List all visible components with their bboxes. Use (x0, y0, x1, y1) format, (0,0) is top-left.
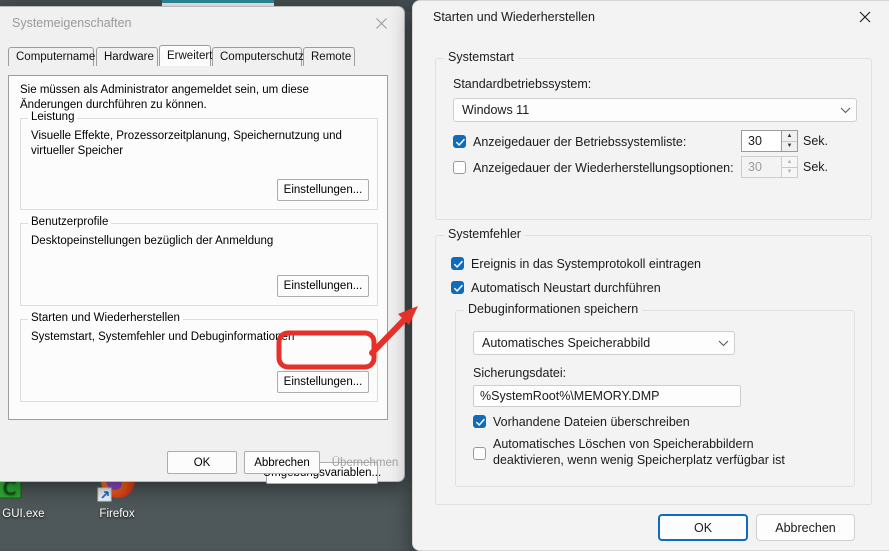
leistung-einstellungen-button[interactable]: Einstellungen... (277, 179, 369, 201)
tab-computername[interactable]: Computername (8, 47, 95, 66)
desktop-icon-label: Firefox (99, 508, 135, 520)
startup-recovery-dialog[interactable]: Starten und Wiederherstellen Systemstart… (412, 0, 889, 551)
recovery-timeout-stepper: 30 ▲ ▼ (741, 156, 798, 178)
startup-recovery-titlebar[interactable]: Starten und Wiederherstellen (413, 1, 889, 33)
log-event-label: Ereignis in das Systemprotokoll eintrage… (471, 257, 701, 271)
group-debuginfo: Debuginformationen speichern Automatisch… (455, 302, 855, 487)
close-icon[interactable] (358, 7, 404, 39)
spin-up-icon: ▲ (782, 157, 797, 168)
spin-up-icon[interactable]: ▲ (782, 131, 797, 142)
chevron-down-icon (834, 107, 856, 114)
checkbox-auto-restart[interactable] (451, 281, 464, 294)
overwrite-label: Vorhandene Dateien überschreiben (493, 415, 690, 429)
recovery-timeout-label: Anzeigedauer der Wiederherstellungsoptio… (473, 161, 734, 175)
auto-restart-label: Automatisch Neustart durchführen (471, 281, 661, 295)
os-list-timeout-stepper[interactable]: 30 ▲ ▼ (741, 130, 798, 152)
admin-notice-text: Sie müssen als Administrator angemeldet … (20, 84, 309, 111)
group-leistung-legend: Leistung (28, 111, 78, 123)
dump-type-value: Automatisches Speicherabbild (482, 336, 651, 350)
disable-autodelete-label: Automatisches Löschen von Speicherabbild… (493, 437, 785, 467)
tab-erweitert[interactable]: Erweitert (159, 45, 212, 66)
group-benutzerprofile: Benutzerprofile Desktopeinstellungen bez… (20, 216, 378, 306)
group-starten-wiederherstellen: Starten und Wiederherstellen Systemstart… (20, 312, 378, 402)
group-leistung: Leistung Visuelle Effekte, Prozessorzeit… (20, 111, 378, 210)
group-systemstart-legend: Systemstart (444, 50, 518, 64)
os-list-timeout-value[interactable]: 30 (741, 130, 781, 152)
recovery-timeout-spin-buttons: ▲ ▼ (781, 156, 798, 178)
spin-down-icon[interactable]: ▼ (782, 142, 797, 152)
dump-type-select[interactable]: Automatisches Speicherabbild (473, 331, 735, 355)
checkbox-disable-autodelete[interactable] (473, 446, 486, 460)
os-list-timeout-checkbox-row[interactable]: Anzeigedauer der Betriebssystemliste: (453, 134, 753, 150)
group-benutzerprofile-text: Desktopeinstellungen bezüglich der Anmel… (31, 235, 274, 247)
startrec-cancel-button[interactable]: Abbrechen (756, 514, 855, 541)
default-os-select[interactable]: Windows 11 (453, 98, 857, 122)
os-list-timeout-label: Anzeigedauer der Betriebssystemliste: (473, 135, 687, 149)
sysprops-apply-button: Übernehmen (331, 456, 399, 469)
tab-remote[interactable]: Remote (303, 47, 355, 66)
disable-autodelete-checkbox-row[interactable]: Automatisches Löschen von Speicherabbild… (473, 436, 833, 468)
tab-computerschutz[interactable]: Computerschutz (212, 47, 304, 66)
close-icon[interactable] (842, 1, 888, 33)
starten-einstellungen-button[interactable]: Einstellungen... (277, 371, 369, 393)
dumpfile-label: Sicherungsdatei: (473, 366, 567, 380)
log-event-checkbox-row[interactable]: Ereignis in das Systemprotokoll eintrage… (451, 256, 851, 272)
overwrite-checkbox-row[interactable]: Vorhandene Dateien überschreiben (473, 414, 833, 430)
group-starten-legend: Starten und Wiederherstellen (28, 312, 183, 324)
system-properties-dialog[interactable]: Systemeigenschaften Computername Hardwar… (0, 6, 405, 484)
os-list-timeout-unit: Sek. (803, 134, 829, 148)
spin-down-icon: ▼ (786, 169, 793, 176)
recovery-timeout-value: 30 (741, 156, 781, 178)
group-systemfehler-legend: Systemfehler (444, 227, 525, 241)
checkbox-overwrite-existing[interactable] (473, 415, 486, 428)
group-debuginfo-legend: Debuginformationen speichern (464, 302, 643, 316)
recovery-timeout-checkbox-row[interactable]: Anzeigedauer der Wiederherstellungsoptio… (453, 160, 753, 176)
system-properties-titlebar[interactable]: Systemeigenschaften (0, 7, 404, 39)
recovery-timeout-unit: Sek. (803, 160, 829, 174)
system-properties-title: Systemeigenschaften (12, 16, 132, 30)
default-os-label: Standardbetriebssystem: (453, 77, 592, 91)
os-list-timeout-spin-buttons[interactable]: ▲ ▼ (781, 130, 798, 152)
checkbox-recovery-timeout[interactable] (453, 161, 466, 174)
system-properties-tabstrip[interactable]: Computername Hardware Erweitert Computer… (8, 45, 404, 66)
group-starten-text: Systemstart, Systemfehler und Debuginfor… (31, 331, 295, 343)
group-systemstart: Systemstart Standardbetriebssystem: Wind… (435, 50, 872, 220)
desktop-icon-label: te GUI.exe (0, 508, 45, 520)
group-benutzerprofile-legend: Benutzerprofile (28, 216, 112, 228)
tab-hardware[interactable]: Hardware (96, 47, 158, 66)
startrec-ok-button[interactable]: OK (658, 514, 748, 541)
auto-restart-checkbox-row[interactable]: Automatisch Neustart durchführen (451, 280, 851, 296)
group-leistung-text: Visuelle Effekte, Prozessorzeitplanung, … (31, 130, 342, 157)
group-systemfehler: Systemfehler Ereignis in das Systemproto… (435, 227, 872, 505)
tabpage-erweitert: Sie müssen als Administrator angemeldet … (8, 75, 388, 484)
startup-recovery-title: Starten und Wiederherstellen (433, 10, 595, 24)
sysprops-ok-button[interactable]: OK (167, 451, 237, 474)
chevron-down-icon (712, 340, 734, 347)
checkbox-log-event[interactable] (451, 257, 464, 270)
sysprops-cancel-button[interactable]: Abbrechen (244, 451, 320, 474)
checkbox-os-list-timeout[interactable] (453, 135, 466, 148)
benutzerprofile-einstellungen-button[interactable]: Einstellungen... (277, 275, 369, 297)
default-os-value: Windows 11 (462, 103, 530, 117)
dumpfile-input[interactable]: %SystemRoot%\MEMORY.DMP (473, 385, 741, 407)
